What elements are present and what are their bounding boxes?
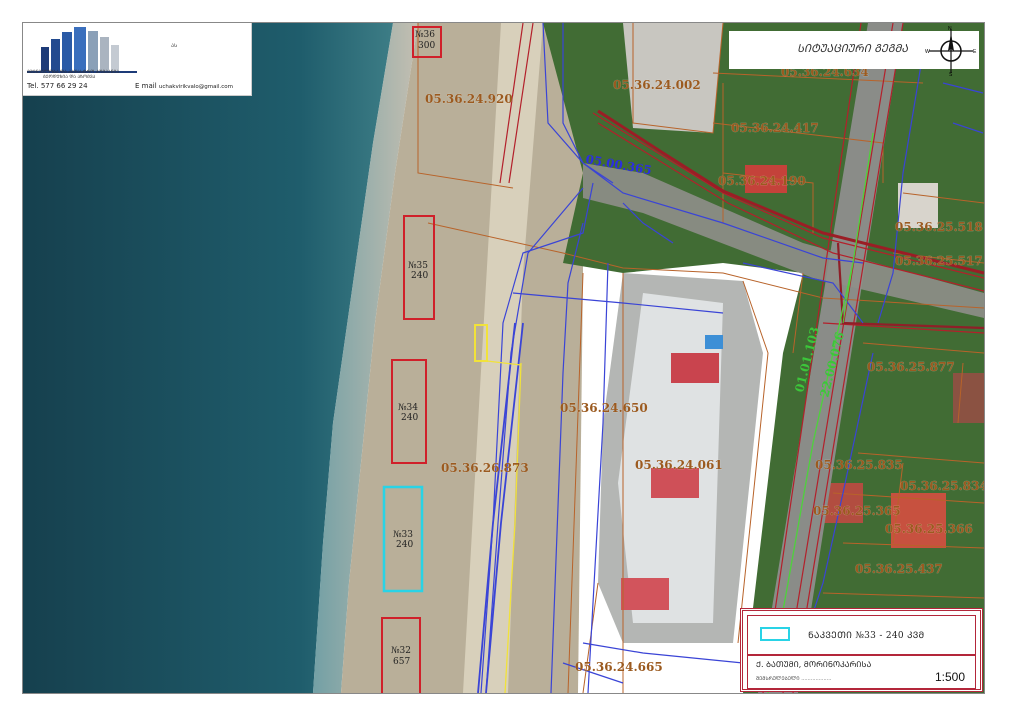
email-value: uchakvirikvalo@gmail.com [158,84,233,90]
legend-scale: 1:500 [934,670,965,684]
red-roof-1 [671,353,719,383]
compass-n: N [948,26,952,32]
compass-e: E [973,49,977,55]
cadastral-map: №36 300 №35 240 №34 240 №33 240 №32 657 … [23,23,984,693]
legend-box: ᲜᲐᲙᲕᲔᲗᲘ №33 - 240 ᲙᲕᲛ Ქ. ᲑᲐᲗᲣᲛᲘ, ᲛᲝᲠᲘᲜᲝᲙ… [740,608,983,692]
company-name-line2: ᲒᲔᲝᲓᲔᲖᲘᲐ ᲓᲐ ᲐᲖᲝᲛᲕᲐ [43,75,96,80]
parcel-label-24-650: 05.36.24.650 [560,401,648,415]
map-frame: №36 300 №35 240 №34 240 №33 240 №32 657 … [22,22,985,694]
phone-label: Tel. [27,82,39,90]
parcel-label-24-920: 05.36.24.920 [425,92,513,106]
email-line: E mail uchakvirikvalo@gmail.com [135,82,233,90]
parcel-label-25-366: 05.36.25.366 [885,522,973,536]
red-roof-2 [651,468,699,498]
red-roof-right-1 [891,493,946,548]
plot-36-area: 300 [418,41,435,51]
logo-mini-text: ᲐᲡ [171,43,178,49]
plot-34-number: №34 [398,403,418,413]
right-building-2 [953,373,984,423]
legend-plot-row: ᲜᲐᲙᲕᲔᲗᲘ №33 - 240 ᲙᲕᲛ [747,615,976,655]
parcel-label-24-417: 05.36.24.417 [731,121,819,135]
legend-info-row: Ქ. ᲑᲐᲗᲣᲛᲘ, ᲛᲝᲠᲘᲜᲝᲙᲐᲠᲘᲡᲐ ᲨᲔᲛᲡᲠᲣᲚᲔᲑᲔᲚᲘ ...… [747,655,976,689]
parcel-label-25-517: 05.36.25.517 [895,254,983,268]
parcel-label-25-877: 05.36.25.877 [867,360,955,374]
parcel-label-24-002: 05.36.24.002 [613,78,701,92]
plot-32-area: 657 [393,657,410,667]
red-roof-3 [621,578,669,610]
compass-s: S [949,72,953,77]
phone-line: Tel. 577 66 29 24 [27,82,88,90]
parcel-label-26-873: 05.36.26.873 [441,461,529,475]
plot-36-number: №36 [415,30,435,40]
legend-made-by: ᲨᲔᲛᲡᲠᲣᲚᲔᲑᲔᲚᲘ ................... [756,676,832,682]
plot-35-area: 240 [411,271,428,281]
parcel-label-25-834: 05.36.25.834 [900,479,984,493]
email-label: E mail [135,82,157,90]
phone-value: 577 66 29 24 [40,82,88,90]
north-arrow-panel: ᲡᲘᲢᲣᲐᲪᲘᲣᲠᲘ ᲒᲔᲒᲛᲐ N E S W [729,26,979,77]
parcel-label-24-061: 05.36.24.061 [635,458,723,472]
compass-icon: N E S W [925,26,977,77]
plot-32-number: №32 [391,646,411,656]
legend-swatch [760,627,790,641]
parcel-label-25-437: 05.36.25.437 [855,562,943,576]
plot-34-area: 240 [401,413,418,423]
parcel-label-25-365: 05.36.25.365 [813,504,901,518]
parcel-label-24-665: 05.36.24.665 [575,660,663,674]
legend-location: Ქ. ᲑᲐᲗᲣᲛᲘ, ᲛᲝᲠᲘᲜᲝᲙᲐᲠᲘᲡᲐ [756,660,872,669]
compass-w: W [925,49,930,55]
plot-35-number: №35 [408,261,428,271]
parcel-label-25-835: 05.36.25.835 [815,458,903,472]
parcel-label-25-518: 05.36.25.518 [895,220,983,234]
plot-33-area: 240 [396,540,413,550]
map-title-script: ᲡᲘᲢᲣᲐᲪᲘᲣᲠᲘ ᲒᲔᲒᲛᲐ [797,42,908,55]
building-logo-icon [27,27,137,73]
company-logo-block: ᲐᲡ ᲛᲨᲔᲜᲔᲑᲚᲝᲑᲐ ᲓᲐ ᲙᲐᲓᲐᲡᲢᲠᲝ ᲙᲝᲛᲞᲐᲜᲘᲐ ᲒᲔᲝᲓᲔ… [23,23,252,96]
blue-pool [705,335,723,349]
parcel-label-24-190: 05.36.24.190 [718,174,806,188]
plot-33-number: №33 [393,530,413,540]
legend-plot-text: ᲜᲐᲙᲕᲔᲗᲘ №33 - 240 ᲙᲕᲛ [808,631,925,641]
